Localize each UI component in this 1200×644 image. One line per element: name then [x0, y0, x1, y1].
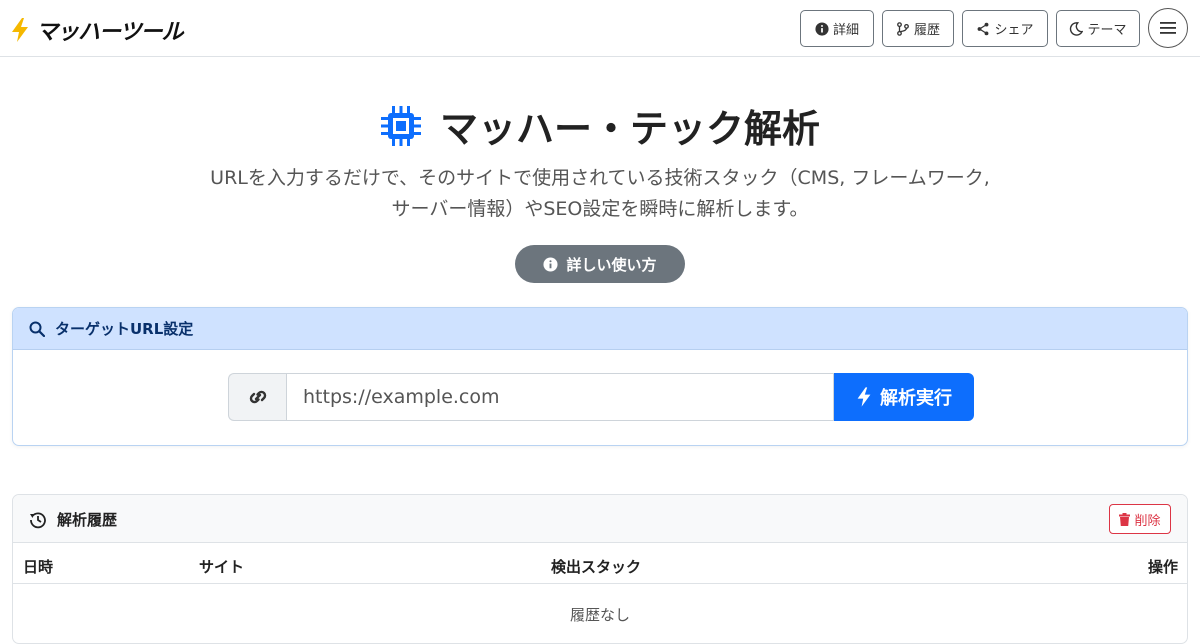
brand-name: マッハーツール [36, 20, 184, 45]
target-card-header: ターゲットURL設定 [13, 308, 1187, 350]
trash-icon [1119, 512, 1131, 526]
history-label: 履歴 [913, 23, 940, 38]
theme-label: テーマ [1087, 23, 1127, 38]
details-label: 詳細 [832, 23, 859, 38]
column-header-datetime: 日時 [23, 558, 54, 576]
share-button[interactable]: シェア [962, 10, 1048, 47]
history-button[interactable]: 履歴 [882, 10, 954, 47]
history-card: 解析履歴 削除 日時 サイト 検出スタック 操作 履歴なし [12, 494, 1188, 644]
column-header-site: サイト [199, 558, 245, 576]
top-navbar: マッハーツール 詳細 履歴 シェア テーマ [0, 0, 1200, 57]
help-button[interactable]: 詳しい使い方 [515, 245, 685, 283]
delete-label: 削除 [1134, 513, 1161, 529]
analyze-label: 解析実行 [880, 388, 952, 408]
lightning-icon [857, 387, 871, 407]
theme-button[interactable]: テーマ [1056, 10, 1140, 47]
search-icon [29, 321, 45, 337]
target-card-title: ターゲットURL設定 [55, 320, 194, 338]
hero-heading: マッハー・テック解析 [0, 98, 1200, 153]
lightning-icon [12, 18, 28, 42]
branch-icon [897, 21, 909, 36]
target-url-card: ターゲットURL設定 解析実行 [12, 307, 1188, 446]
table-divider [13, 583, 1187, 584]
help-label: 詳しい使い方 [566, 255, 657, 274]
page-title: マッハー・テック解析 [439, 107, 820, 151]
hamburger-icon [1160, 22, 1176, 34]
brand-logo[interactable]: マッハーツール [10, 14, 184, 46]
info-circle-icon [815, 21, 829, 36]
link-icon-addon [228, 373, 286, 421]
moon-icon [1070, 21, 1084, 36]
column-header-stack: 検出スタック [551, 558, 642, 576]
url-input[interactable] [286, 373, 834, 421]
info-circle-icon [543, 256, 559, 272]
column-header-actions: 操作 [1148, 558, 1179, 576]
details-button[interactable]: 詳細 [800, 10, 874, 47]
cpu-chip-icon [380, 105, 421, 146]
url-input-group: 解析実行 [228, 373, 974, 421]
empty-history-message: 履歴なし [569, 606, 630, 624]
history-card-header: 解析履歴 削除 [13, 495, 1187, 543]
menu-button[interactable] [1148, 8, 1188, 48]
history-clock-icon [30, 511, 46, 528]
share-icon [978, 22, 989, 35]
history-card-title: 解析履歴 [57, 511, 118, 529]
page-description: URLを入力するだけで、そのサイトで使用されている技術スタック（CMS, フレー… [210, 167, 990, 220]
link-icon [249, 390, 266, 404]
delete-history-button[interactable]: 削除 [1109, 504, 1171, 534]
share-label: シェア [994, 23, 1034, 38]
analyze-button[interactable]: 解析実行 [834, 373, 974, 421]
